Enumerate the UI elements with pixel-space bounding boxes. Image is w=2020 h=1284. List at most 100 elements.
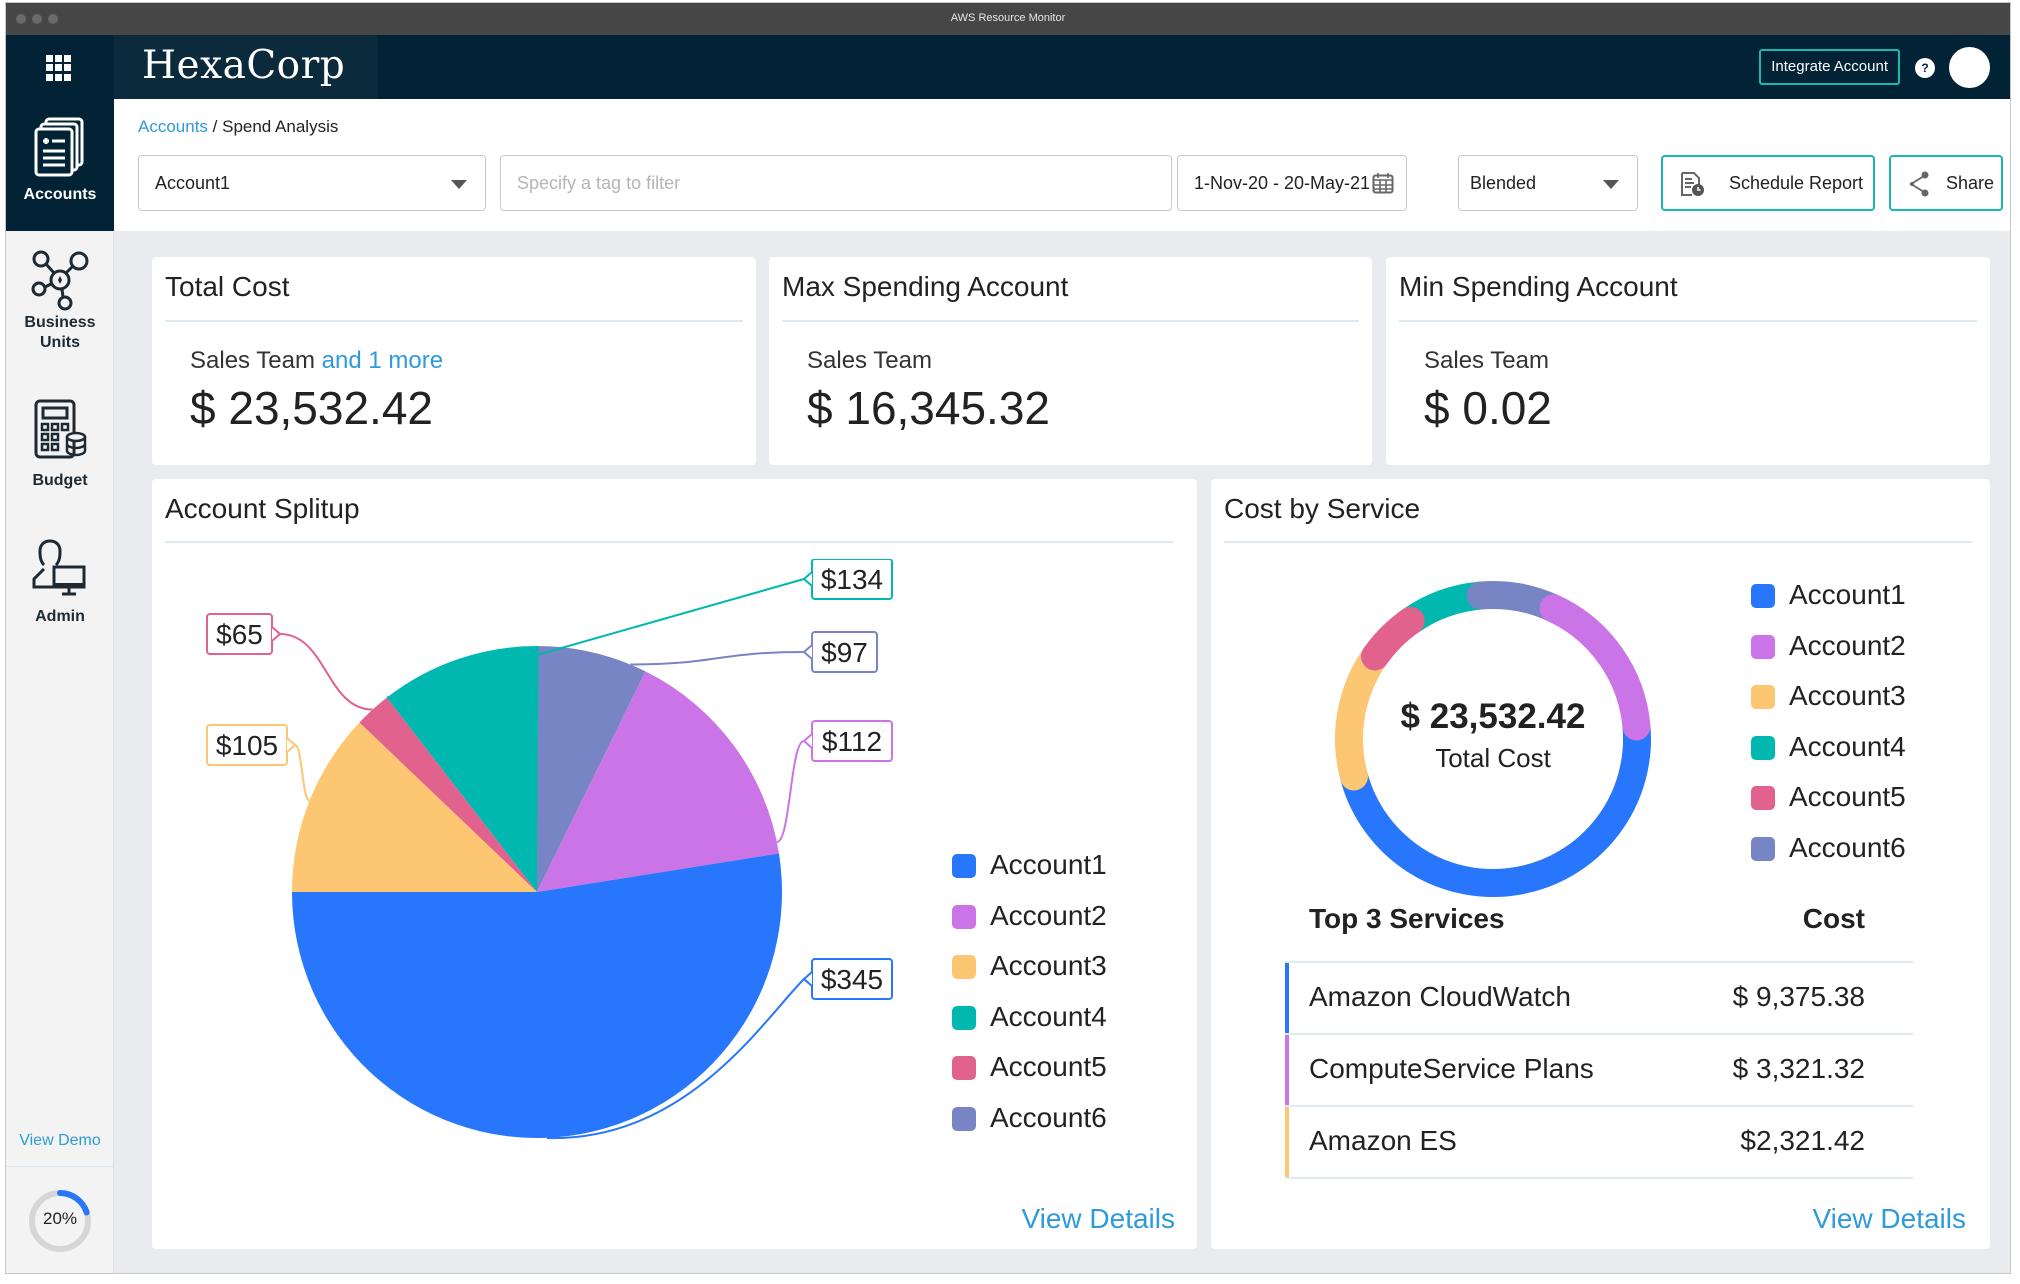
row-color-bar [1285, 1035, 1289, 1105]
card-title: Account Splitup [165, 493, 360, 524]
pie-data-label-account5: $65 [216, 619, 263, 650]
logo[interactable]: HexaCorp [142, 43, 345, 88]
legend-label: Account4 [1789, 730, 1906, 762]
cost-type-select[interactable]: Blended [1458, 155, 1638, 211]
pie-data-label-account3: $105 [216, 730, 278, 761]
table-row[interactable]: Amazon CloudWatch $ 9,375.38 [1285, 963, 1913, 1035]
view-details-link[interactable]: View Details [1021, 1203, 1175, 1235]
card-title: Min Spending Account [1399, 271, 1678, 302]
pie-slice-account1[interactable] [292, 853, 782, 1138]
breadcrumb-accounts-link[interactable]: Accounts [138, 117, 208, 136]
integrate-account-button[interactable]: Integrate Account [1759, 49, 1900, 85]
pie-data-label-account4: $134 [821, 564, 883, 595]
pie-data-label-account1: $345 [821, 964, 883, 995]
cost-by-service-card: Cost by Service $ 23,532.42 Total Cost A… [1211, 479, 1990, 1249]
services-column-header: Top 3 Services [1309, 903, 1505, 934]
legend-swatch [952, 1106, 976, 1131]
min-spending-card: Min Spending Account Sales Team $ 0.02 [1386, 257, 1990, 465]
pie-label-pointer [802, 571, 813, 587]
logo-block: HexaCorp [114, 35, 378, 99]
legend-label: Account2 [990, 899, 1107, 931]
legend-swatch [1751, 584, 1775, 608]
pie-label-pointer [271, 626, 282, 642]
legend-label: Account2 [1789, 629, 1906, 661]
user-avatar[interactable] [1949, 47, 1990, 88]
schedule-report-icon [1681, 172, 1704, 196]
app-grid-icon[interactable] [46, 55, 72, 81]
chevron-down-icon [1603, 180, 1619, 189]
cost-type-value: Blended [1470, 173, 1537, 193]
card-title: Total Cost [165, 271, 290, 302]
tag-filter-input[interactable]: Specify a tag to filter [500, 155, 1172, 211]
pie-data-label-account6: $97 [821, 637, 868, 668]
card-divider [1399, 320, 1977, 322]
share-label: Share [1945, 173, 1995, 193]
share-button[interactable]: Share [1889, 155, 2003, 211]
schedule-report-button[interactable]: Schedule Report [1661, 155, 1875, 211]
card-value: $ 0.02 [1424, 382, 1552, 434]
card-subtitle: Sales Team and 1 more [190, 347, 443, 375]
sidebar: Accounts Business Units Budget Admin Vie… [6, 99, 114, 1273]
account-select-value: Account1 [155, 173, 231, 193]
date-range-picker[interactable]: 1-Nov-20 - 20-May-21 [1177, 155, 1407, 211]
donut-center-value: $ 23,532.42 [1400, 697, 1586, 736]
legend-swatch [952, 904, 976, 929]
pie-label-pointer [802, 644, 813, 660]
legend-label: Account6 [990, 1101, 1107, 1133]
calendar-icon [1372, 173, 1394, 194]
top-navigation: HexaCorp Integrate Account ? [6, 35, 2010, 99]
sidebar-item-business-units[interactable]: Business Units [6, 249, 114, 353]
help-icon[interactable]: ? [1915, 58, 1935, 78]
pie-label-connector [630, 651, 805, 666]
card-divider [1224, 541, 1972, 543]
table-row[interactable]: ComputeService Plans $ 3,321.32 [1285, 1035, 1913, 1107]
sidebar-label-accounts: Accounts [23, 186, 97, 203]
service-cost: $ 3,321.32 [1732, 1053, 1865, 1084]
legend-label: Account1 [990, 849, 1107, 880]
donut-segment-account5[interactable] [1360, 606, 1425, 671]
chevron-down-icon [451, 180, 467, 189]
share-icon [1909, 171, 1929, 197]
legend-label: Account1 [1789, 579, 1906, 610]
business-units-icon [31, 250, 89, 311]
sidebar-label-business-units: Business Units [24, 314, 96, 351]
legend-label: Account3 [1789, 680, 1906, 711]
service-name: ComputeService Plans [1309, 1053, 1594, 1084]
pie-label-connector [294, 744, 311, 802]
view-details-link[interactable]: View Details [1812, 1203, 1966, 1235]
view-demo-link[interactable]: View Demo [6, 1132, 114, 1150]
service-name: Amazon ES [1309, 1125, 1457, 1156]
filter-toolbar: Accounts / Spend Analysis Account1 Speci… [114, 99, 2010, 231]
row-color-bar [1285, 963, 1289, 1033]
legend-swatch [1751, 836, 1775, 861]
sidebar-item-admin[interactable]: Admin [6, 539, 114, 627]
sidebar-item-budget[interactable]: Budget [6, 399, 114, 491]
legend-swatch [952, 1005, 976, 1030]
sidebar-label-budget: Budget [32, 472, 88, 489]
breadcrumb-current: Spend Analysis [222, 117, 339, 136]
total-cost-card: Total Cost Sales Team and 1 more $ 23,53… [152, 257, 756, 465]
table-row[interactable]: Amazon ES $2,321.42 [1285, 1107, 1913, 1179]
cost-column-header: Cost [1802, 903, 1865, 934]
title-bar: AWS Resource Monitor [6, 3, 2010, 35]
pie-data-label-account2: $112 [822, 726, 882, 757]
sidebar-item-accounts[interactable]: Accounts [6, 99, 114, 231]
legend-swatch [1751, 786, 1775, 810]
progress-percent: 20% [42, 1209, 78, 1228]
sidebar-label-admin: Admin [35, 608, 85, 625]
and-more-link[interactable]: and 1 more [322, 347, 443, 374]
account-splitup-card: Account Splitup $345 $112 $105 $134 $65 $97 A… [152, 479, 1197, 1249]
legend-label: Account5 [1789, 781, 1906, 812]
legend-label: Account3 [990, 950, 1107, 981]
card-subtitle-text: Sales Team [190, 347, 315, 374]
legend-swatch [1751, 634, 1775, 659]
pie-label-connector [776, 740, 805, 843]
cost-by-service-donut-chart [1335, 581, 1651, 897]
account-select[interactable]: Account1 [138, 155, 486, 211]
row-color-bar [1285, 1107, 1289, 1177]
card-title: Cost by Service [1224, 493, 1421, 524]
legend-swatch [1751, 685, 1775, 709]
legend-label: Account6 [1789, 831, 1906, 863]
tag-filter-placeholder: Specify a tag to filter [517, 173, 681, 193]
app-window: AWS Resource Monitor HexaCorp Integrate … [5, 2, 2011, 1274]
